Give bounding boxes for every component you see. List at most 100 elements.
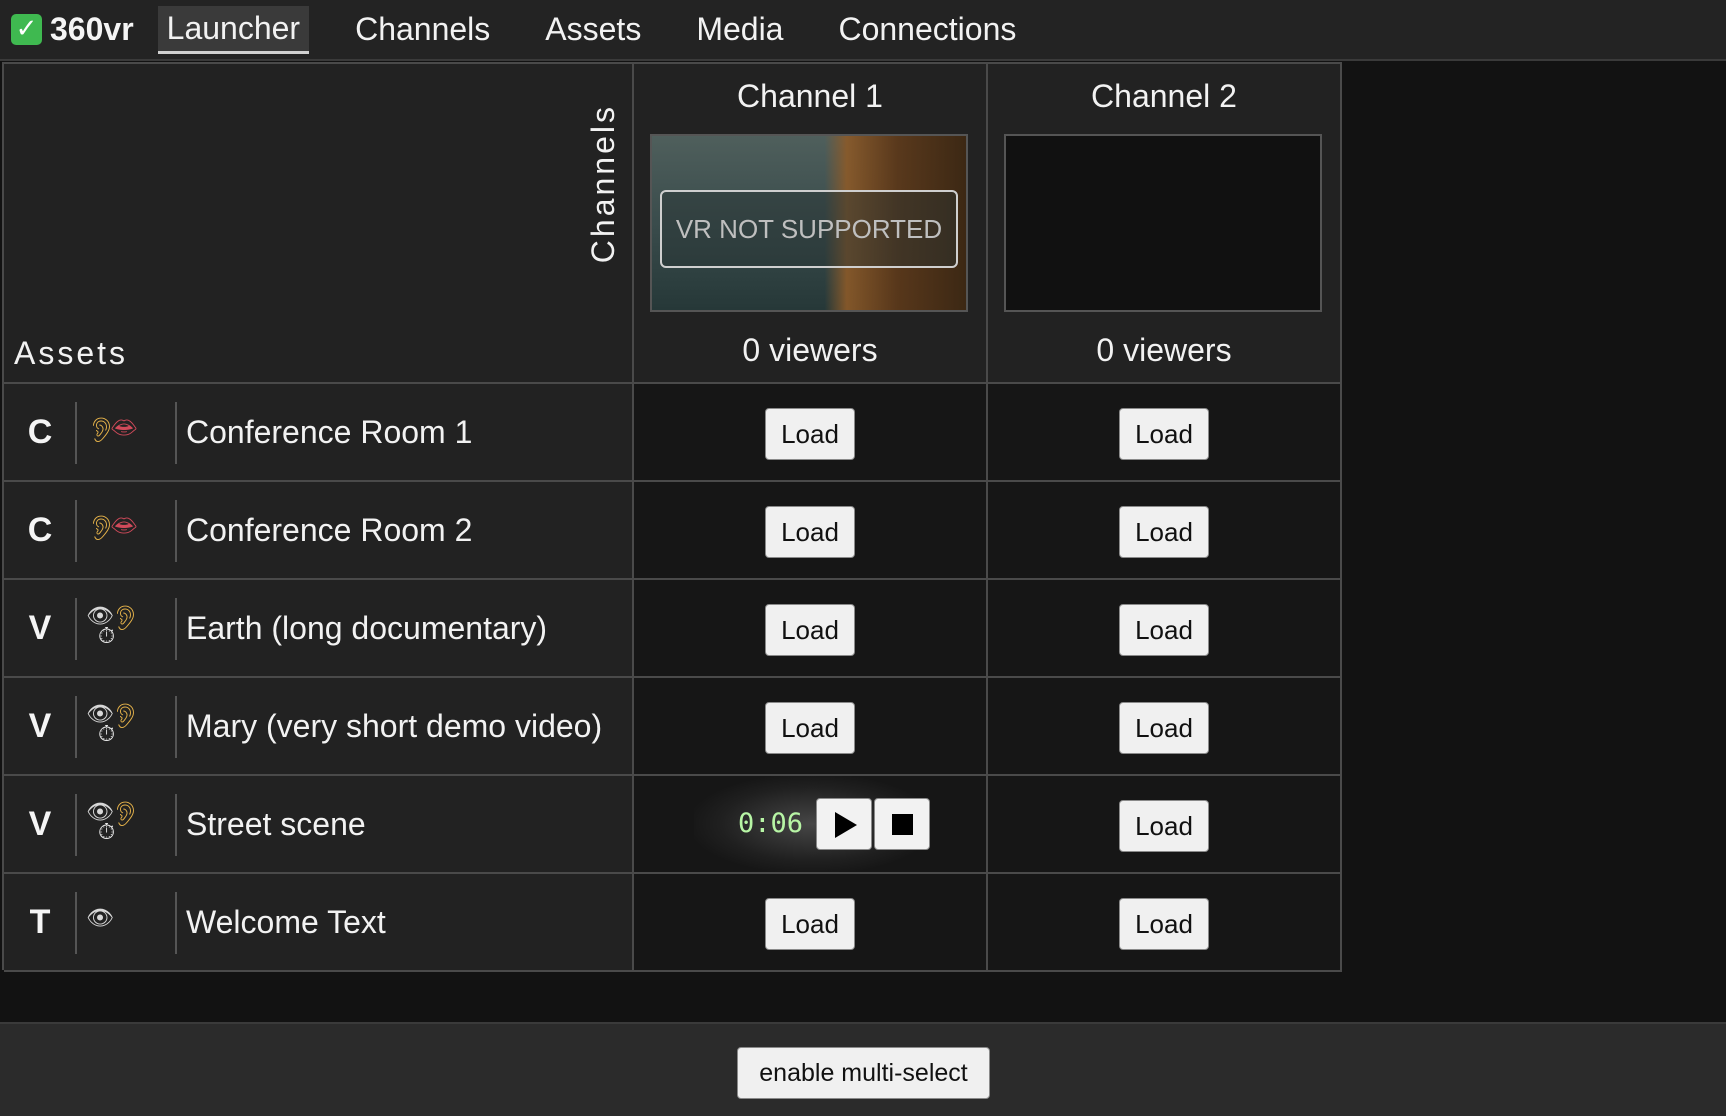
asset-type-letter: V	[28, 707, 52, 745]
divider	[75, 696, 77, 758]
asset-name: Mary (very short demo video)	[186, 708, 603, 744]
asset-row: V 👁︎ 👂︎ ⏱︎ Street scene 0:06 Load	[4, 776, 1342, 874]
asset-cell: C 👂︎ 👄︎ Conference Room 2	[4, 482, 634, 580]
stopwatch-icon: ⏱︎	[98, 820, 116, 845]
asset-name: Earth (long documentary)	[186, 610, 548, 646]
channel-slot-1: 0:06	[634, 776, 988, 874]
asset-type-letter: C	[27, 413, 53, 451]
load-button[interactable]: Load	[1119, 506, 1209, 558]
channel-slot-2: Load	[988, 384, 1342, 482]
channel-slot-1: Load	[634, 580, 988, 678]
asset-cell: V 👁︎ 👂︎ ⏱︎ Earth (long documentary)	[4, 580, 634, 678]
asset-row: C 👂︎ 👄︎ Conference Room 2 Load Load	[4, 482, 1342, 580]
asset-row: V 👁︎ 👂︎ ⏱︎ Earth (long documentary) Load Load	[4, 580, 1342, 678]
load-button[interactable]: Load	[1119, 604, 1209, 656]
channel-slot-2: Load	[988, 482, 1342, 580]
viewer-count: 0 viewers	[742, 332, 878, 368]
asset-name: Street scene	[186, 806, 366, 842]
load-button[interactable]: Load	[765, 506, 855, 558]
load-button[interactable]: Load	[1119, 800, 1209, 852]
asset-capability-icons: 👁︎	[86, 874, 172, 970]
asset-type-letter: C	[27, 511, 53, 549]
asset-name: Conference Room 1	[186, 414, 473, 450]
nav-tab-launcher[interactable]: Launcher	[157, 5, 310, 54]
channel-preview[interactable]	[1004, 134, 1322, 312]
load-button[interactable]: Load	[765, 702, 855, 754]
brand[interactable]: ✓ 360vr	[11, 11, 134, 48]
nav-tab-channels[interactable]: Channels	[346, 7, 499, 52]
channel-title: Channel 1	[737, 78, 883, 114]
channel-header-1: Channel 1 VR NOT SUPPORTED 0 viewers	[634, 64, 988, 384]
nav-tab-assets[interactable]: Assets	[536, 7, 650, 52]
divider	[75, 892, 77, 954]
vr-not-supported-badge: VR NOT SUPPORTED	[660, 190, 958, 268]
divider	[175, 500, 177, 562]
eye-icon: 👁︎	[86, 906, 114, 931]
lips-icon: 👄︎	[110, 514, 138, 539]
asset-type-letter: V	[28, 805, 52, 843]
channels-axis-label: Channels	[585, 104, 621, 264]
play-icon	[835, 812, 857, 838]
load-button[interactable]: Load	[765, 604, 855, 656]
nav-tab-connections[interactable]: Connections	[829, 7, 1025, 52]
asset-name: Welcome Text	[186, 904, 386, 940]
app-name: 360vr	[50, 11, 134, 47]
channel-preview[interactable]: VR NOT SUPPORTED	[650, 134, 968, 312]
channel-slot-2: Load	[988, 874, 1342, 972]
footer-bar: enable multi-select	[0, 1022, 1726, 1116]
load-button[interactable]: Load	[1119, 898, 1209, 950]
divider	[175, 892, 177, 954]
asset-type-letter: T	[29, 903, 51, 941]
top-nav: ✓ 360vr Launcher Channels Assets Media C…	[0, 0, 1726, 61]
load-button[interactable]: Load	[1119, 702, 1209, 754]
asset-row: C 👂︎ 👄︎ Conference Room 1 Load Load	[4, 384, 1342, 482]
launcher-grid: Assets Channels Channel 1 VR NOT SUPPORT…	[2, 62, 1342, 972]
divider	[175, 696, 177, 758]
channel-slot-1: Load	[634, 678, 988, 776]
check-icon: ✓	[11, 14, 42, 45]
play-button[interactable]	[816, 798, 872, 850]
channel-slot-2: Load	[988, 776, 1342, 874]
asset-row: T 👁︎ Welcome Text Load Load	[4, 874, 1342, 972]
divider	[175, 794, 177, 856]
stop-button[interactable]	[874, 798, 930, 850]
asset-capability-icons: 👂︎ 👄︎	[86, 482, 172, 578]
asset-cell: C 👂︎ 👄︎ Conference Room 1	[4, 384, 634, 482]
channel-slot-1: Load	[634, 482, 988, 580]
playback-controls: 0:06	[694, 776, 930, 872]
asset-capability-icons: 👁︎ 👂︎ ⏱︎	[86, 678, 172, 774]
channel-header-2: Channel 2 0 viewers	[988, 64, 1342, 384]
channel-slot-1: Load	[634, 874, 988, 972]
nav-tab-media[interactable]: Media	[687, 7, 792, 52]
grid-corner-header: Assets Channels	[4, 64, 634, 384]
asset-cell: T 👁︎ Welcome Text	[4, 874, 634, 972]
channel-slot-2: Load	[988, 678, 1342, 776]
load-button[interactable]: Load	[765, 898, 855, 950]
lips-icon: 👄︎	[110, 416, 138, 441]
asset-type-letter: V	[28, 609, 52, 647]
stop-icon	[892, 814, 913, 835]
channel-title: Channel 2	[1091, 78, 1237, 114]
divider	[75, 402, 77, 464]
asset-cell: V 👁︎ 👂︎ ⏱︎ Street scene	[4, 776, 634, 874]
stopwatch-icon: ⏱︎	[98, 722, 116, 747]
channel-slot-2: Load	[988, 580, 1342, 678]
enable-multi-select-button[interactable]: enable multi-select	[737, 1047, 990, 1099]
load-button[interactable]: Load	[765, 408, 855, 460]
asset-capability-icons: 👁︎ 👂︎ ⏱︎	[86, 776, 172, 872]
asset-capability-icons: 👂︎ 👄︎	[86, 384, 172, 480]
divider	[175, 598, 177, 660]
divider	[75, 598, 77, 660]
channel-slot-1: Load	[634, 384, 988, 482]
asset-capability-icons: 👁︎ 👂︎ ⏱︎	[86, 580, 172, 676]
playback-timer: 0:06	[738, 808, 804, 839]
assets-axis-label: Assets	[14, 335, 129, 371]
divider	[75, 794, 77, 856]
asset-row: V 👁︎ 👂︎ ⏱︎ Mary (very short demo video) Load L…	[4, 678, 1342, 776]
load-button[interactable]: Load	[1119, 408, 1209, 460]
viewer-count: 0 viewers	[1096, 332, 1232, 368]
stopwatch-icon: ⏱︎	[98, 624, 116, 649]
asset-name: Conference Room 2	[186, 512, 473, 548]
asset-cell: V 👁︎ 👂︎ ⏱︎ Mary (very short demo video)	[4, 678, 634, 776]
divider	[75, 500, 77, 562]
